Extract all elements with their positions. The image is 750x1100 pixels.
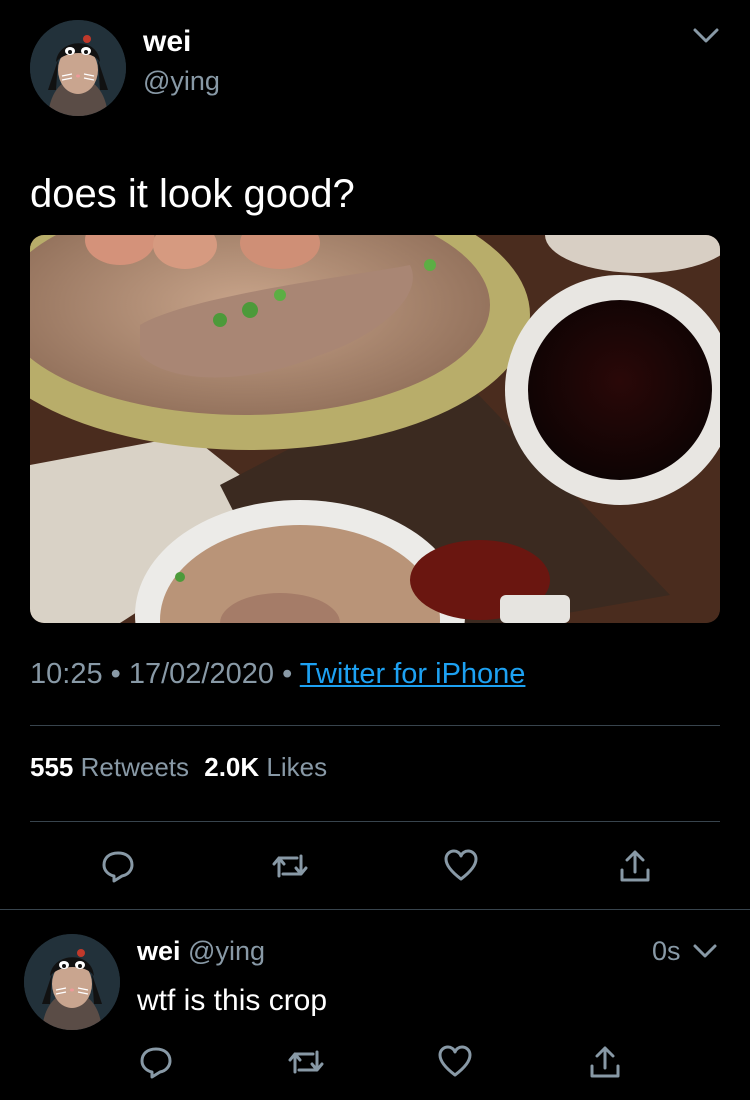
thread-divider	[0, 909, 750, 910]
reply-avatar[interactable]	[24, 934, 120, 1030]
meta-separator-2: •	[282, 658, 293, 690]
divider-top	[30, 725, 720, 726]
reply-chevron-down-icon[interactable]	[690, 938, 720, 964]
reply-display-name[interactable]: wei	[137, 936, 181, 966]
tweet-meta: 10:25 • 17/02/2020 • Twitter for iPhone	[30, 655, 525, 693]
retweets-label[interactable]: Retweets	[81, 752, 189, 782]
likes-label[interactable]: Likes	[266, 752, 327, 782]
divider-bottom	[30, 821, 720, 822]
author-avatar[interactable]	[30, 20, 126, 116]
reply-reply-icon[interactable]	[138, 1044, 174, 1080]
reply-timestamp: 0s	[652, 936, 681, 966]
tweet-source-link[interactable]: Twitter for iPhone	[300, 658, 526, 690]
likes-count[interactable]: 2.0K	[204, 752, 259, 782]
tweet-stats: 555 Retweets 2.0K Likes	[30, 750, 327, 784]
heart-icon[interactable]	[443, 848, 479, 882]
retweets-count[interactable]: 555	[30, 752, 73, 782]
reply-text: wtf is this crop	[137, 984, 328, 1017]
reply-retweet-icon[interactable]	[286, 1044, 326, 1080]
reply-share-icon[interactable]	[587, 1044, 623, 1080]
share-icon[interactable]	[617, 848, 653, 884]
reply-heart-icon[interactable]	[437, 1044, 473, 1078]
avatar-image	[30, 20, 126, 116]
reply-icon[interactable]	[100, 848, 136, 884]
retweet-icon[interactable]	[270, 848, 310, 884]
tweet-date: 17/02/2020	[128, 658, 275, 690]
tweet-text: does it look good?	[30, 172, 355, 216]
author-display-name[interactable]: wei	[143, 24, 191, 60]
tweet-time: 10:25	[30, 658, 103, 690]
reply-handle[interactable]: @ying	[188, 936, 265, 966]
food-photo	[30, 235, 720, 623]
meta-separator: •	[110, 658, 121, 690]
reply-avatar-image	[24, 934, 120, 1030]
chevron-down-icon[interactable]	[690, 22, 722, 50]
reply-header: wei @ying	[137, 934, 265, 968]
tweet-media[interactable]	[30, 235, 720, 623]
author-handle[interactable]: @ying	[143, 64, 220, 98]
